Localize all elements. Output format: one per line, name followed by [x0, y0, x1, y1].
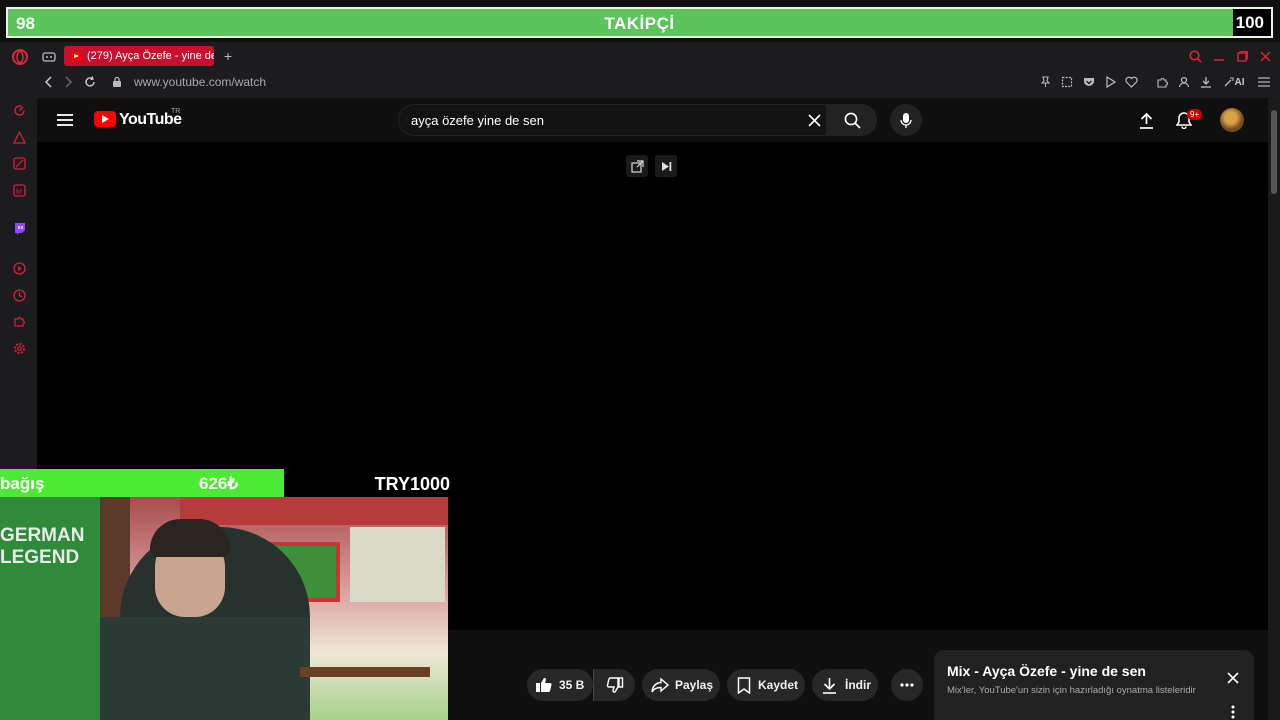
player-icon[interactable] [1102, 74, 1118, 90]
webcam-poster [180, 497, 448, 525]
guide-menu-icon[interactable] [55, 110, 75, 130]
svg-text:M: M [16, 189, 22, 196]
share-button[interactable]: Paylaş [642, 669, 720, 701]
sidebar-settings-icon[interactable] [11, 340, 27, 356]
tab-manager-icon[interactable] [40, 48, 58, 66]
webcam-wall-art [350, 527, 445, 602]
follower-label: TAKİPÇİ [604, 14, 675, 33]
search-input[interactable] [411, 105, 801, 135]
bookmark-icon [737, 676, 751, 694]
webcam-chair [300, 667, 430, 720]
share-label: Paylaş [675, 678, 714, 692]
clear-search-icon[interactable] [804, 110, 824, 130]
more-horizontal-icon [900, 683, 914, 687]
more-actions-button[interactable] [891, 669, 923, 701]
dislike-button[interactable] [593, 669, 635, 701]
like-button[interactable]: 35 B [527, 669, 593, 701]
voice-search-button[interactable] [890, 104, 922, 136]
sidebar-extensions-icon[interactable] [11, 313, 27, 329]
heart-icon[interactable] [1123, 74, 1139, 90]
thumbs-down-icon [606, 677, 623, 693]
thumbs-up-icon [536, 677, 552, 693]
next-video-icon[interactable] [655, 155, 677, 177]
mix-title[interactable]: Mix - Ayça Özefe - yine de sen [947, 663, 1146, 679]
miniplayer-expand-icon[interactable] [626, 155, 648, 177]
easy-setup-icon[interactable] [1256, 74, 1272, 90]
follower-goal-bar: 98 TAKİPÇİ 100 [6, 7, 1273, 38]
search-box [398, 104, 827, 136]
search-tabs-icon[interactable] [1187, 48, 1203, 64]
save-label: Kaydet [758, 678, 799, 692]
ai-button[interactable]: AI [1221, 74, 1247, 90]
youtube-logo-icon[interactable] [94, 111, 116, 127]
upload-icon[interactable] [1136, 110, 1156, 130]
new-tab-icon[interactable]: + [220, 48, 236, 64]
donation-label: bağış [0, 474, 45, 493]
reload-icon[interactable] [82, 74, 98, 90]
sidebar-player-icon[interactable] [11, 260, 27, 276]
donation-amount: 626₺ [199, 474, 239, 493]
download-label: İndir [845, 678, 871, 692]
more-vertical-icon[interactable] [1226, 704, 1240, 720]
avatar[interactable] [1220, 108, 1244, 132]
address-bar[interactable]: www.youtube.com/watch [134, 75, 266, 89]
youtube-favicon-icon [70, 51, 82, 61]
search-icon [844, 112, 861, 129]
ai-label: AI [1234, 76, 1245, 88]
sidebar-speed-dial-icon[interactable] [11, 102, 27, 118]
region-code: TR [171, 108, 181, 115]
search-button[interactable] [827, 104, 877, 136]
sidebar-messenger-icon[interactable]: M [11, 182, 27, 198]
close-window-icon[interactable] [1257, 48, 1273, 64]
extensions-icon[interactable] [1154, 74, 1170, 90]
lock-icon[interactable] [110, 74, 124, 90]
tab-title: (279) Ayça Özefe - yine de [87, 50, 214, 62]
sidebar-workspace-icon[interactable] [11, 155, 27, 171]
pocket-icon[interactable] [1081, 74, 1097, 90]
pin-icon[interactable] [1037, 74, 1053, 90]
webcam-hair [150, 519, 230, 557]
close-icon[interactable] [1224, 669, 1242, 687]
like-count: 35 B [559, 678, 585, 692]
minimize-window-icon[interactable] [1211, 48, 1227, 64]
mix-subtitle: Mix'ler, YouTube'un sizin için hazırladı… [947, 685, 1196, 696]
browser-tab-active[interactable]: (279) Ayça Özefe - yine de [64, 46, 214, 66]
webcam-shirt [100, 617, 310, 720]
forward-icon[interactable] [61, 74, 77, 90]
notification-badge: 9+ [1187, 109, 1203, 120]
download-button[interactable]: İndir [812, 669, 878, 701]
account-icon[interactable] [1176, 74, 1192, 90]
webcam-overlay: GERMAN LEGEND [0, 497, 448, 720]
sidebar-twitch-icon[interactable] [11, 220, 27, 236]
back-icon[interactable] [40, 74, 56, 90]
mix-playlist-panel[interactable]: Mix - Ayça Özefe - yine de sen Mix'ler, … [934, 650, 1254, 720]
snapshot-icon[interactable] [1059, 74, 1075, 90]
donation-goal-bar: bağış 626₺ TRY1000 [0, 469, 453, 497]
save-button[interactable]: Kaydet [727, 669, 805, 701]
download-icon [823, 677, 836, 694]
donation-goal: TRY1000 [374, 474, 450, 494]
microphone-icon [900, 112, 912, 128]
restore-window-icon[interactable] [1234, 48, 1250, 64]
scrollbar-thumb[interactable] [1271, 110, 1277, 194]
sidebar-history-icon[interactable] [11, 287, 27, 303]
share-icon [651, 677, 669, 693]
follower-goal: 100 [1235, 13, 1264, 32]
follower-goal-box: 100 [1233, 9, 1271, 36]
opera-logo-icon[interactable] [11, 48, 29, 66]
webcam-sign-text: GERMAN LEGEND [0, 525, 85, 568]
screen: 98 TAKİPÇİ 100 (279) Ayça Özefe - yine d… [0, 0, 1280, 720]
download-icon[interactable] [1198, 74, 1214, 90]
sidebar-ai-icon[interactable] [11, 129, 27, 145]
